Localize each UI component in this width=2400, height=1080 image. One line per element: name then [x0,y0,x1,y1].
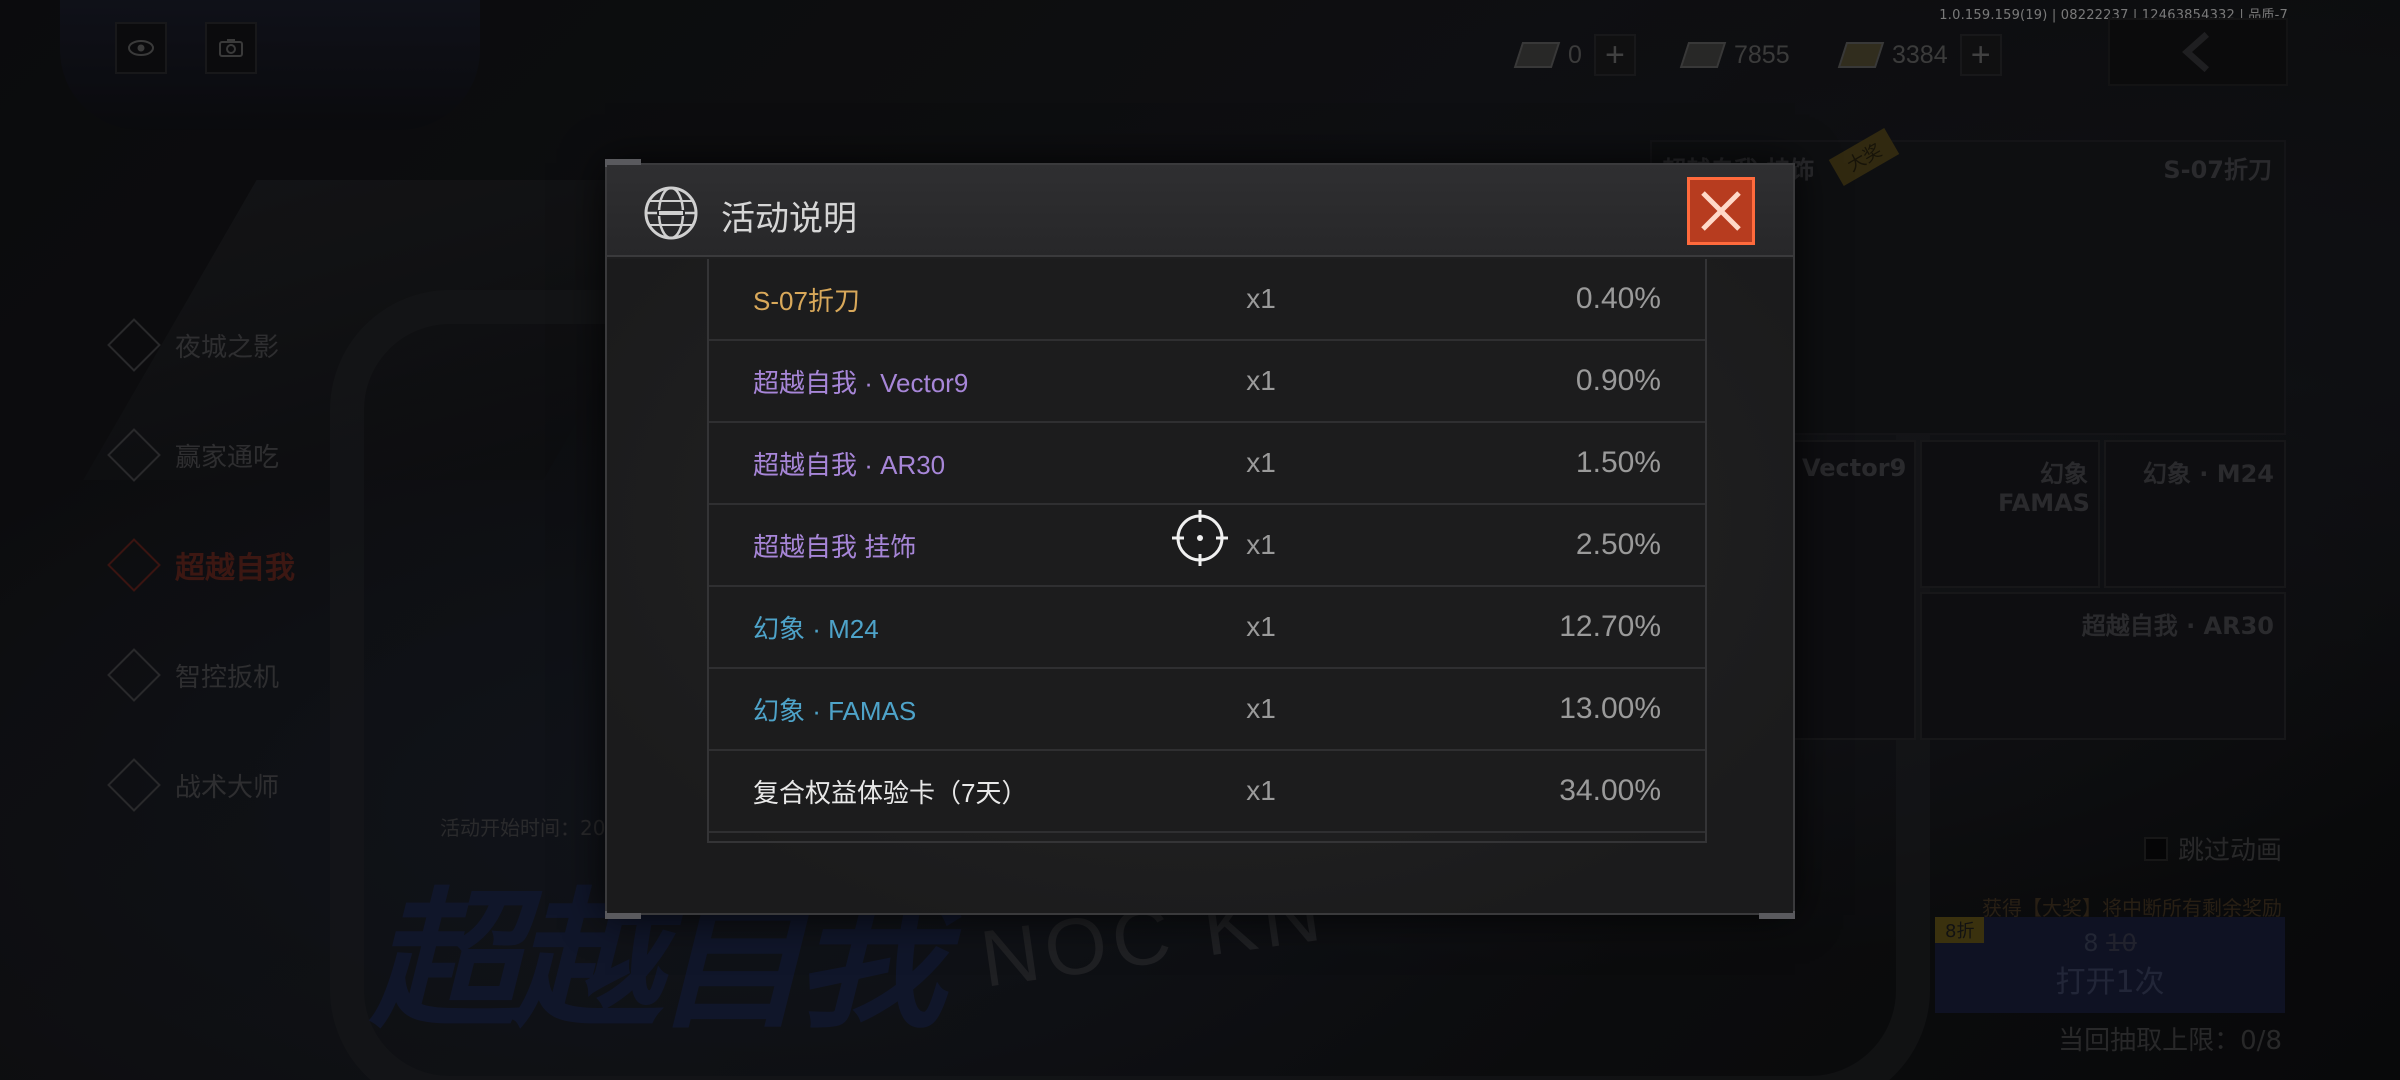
dialog-body[interactable]: S-07折刀 x1 0.40% 超越自我 · Vector9 x1 0.90% … [607,259,1793,913]
item-name: 超越自我 挂饰 [753,531,917,562]
dialog-title: 活动说明 [721,199,857,239]
item-quantity: x1 [1246,693,1276,724]
item-drop-rate: 34.00% [1559,774,1661,807]
item-quantity: x1 [1246,775,1276,806]
item-name: 超越自我 · AR30 [753,449,946,480]
table-row: 超越自我 · Vector9 x1 0.90% [709,341,1705,423]
dialog-header: 活动说明 [607,165,1793,257]
table-row: 幻象 · M24 x1 12.70% [709,587,1705,669]
globe-icon [644,186,698,240]
item-name: 幻象 · M24 [753,613,879,644]
item-drop-rate: 0.90% [1575,364,1661,397]
item-name: S-07折刀 [753,285,860,316]
table-row: 幻象 · FAMAS x1 13.00% [709,669,1705,751]
item-drop-rate: 0.40% [1575,282,1661,315]
item-name: 复合权益体验卡（7天） [753,777,1028,808]
item-drop-rate: 12.70% [1559,610,1661,643]
crosshair-icon [1172,510,1228,566]
item-drop-rate: 13.00% [1559,692,1661,725]
table-row: S-07折刀 x1 0.40% [709,259,1705,341]
item-quantity: x1 [1246,611,1276,642]
item-quantity: x1 [1246,365,1276,396]
item-name: 超越自我 · Vector9 [753,367,969,398]
item-name: 幻象 · FAMAS [753,695,917,726]
item-quantity: x1 [1246,447,1276,478]
close-icon [1701,191,1741,231]
item-drop-rate: 2.50% [1575,528,1661,561]
item-drop-rate: 1.50% [1575,446,1661,479]
table-row: 超越自我 · AR30 x1 1.50% [709,423,1705,505]
item-quantity: x1 [1246,283,1276,314]
close-button[interactable] [1687,177,1755,245]
item-quantity: x1 [1246,529,1276,560]
table-row: 复合权益体验卡（7天） x1 34.00% [709,751,1705,833]
